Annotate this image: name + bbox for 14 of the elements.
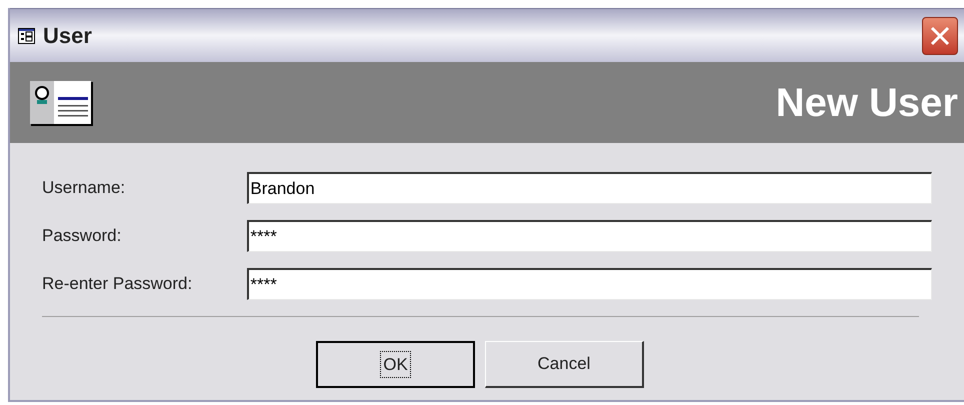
close-icon [929,24,951,46]
form-icon [18,28,35,44]
input-field[interactable]: **** [247,220,932,252]
header-title: New User [776,80,958,126]
close-button[interactable] [922,16,958,54]
field-label: Password: [42,225,122,248]
window-title: User [43,22,92,50]
field-label: Username: [42,177,126,200]
input-field[interactable]: **** [247,268,932,300]
dialog-button[interactable]: OK [316,341,475,388]
user-card-icon [30,80,94,126]
dialog-button[interactable]: Cancel [485,341,644,388]
input-field[interactable]: Brandon [247,172,932,204]
field-label: Re-enter Password: [42,273,194,296]
